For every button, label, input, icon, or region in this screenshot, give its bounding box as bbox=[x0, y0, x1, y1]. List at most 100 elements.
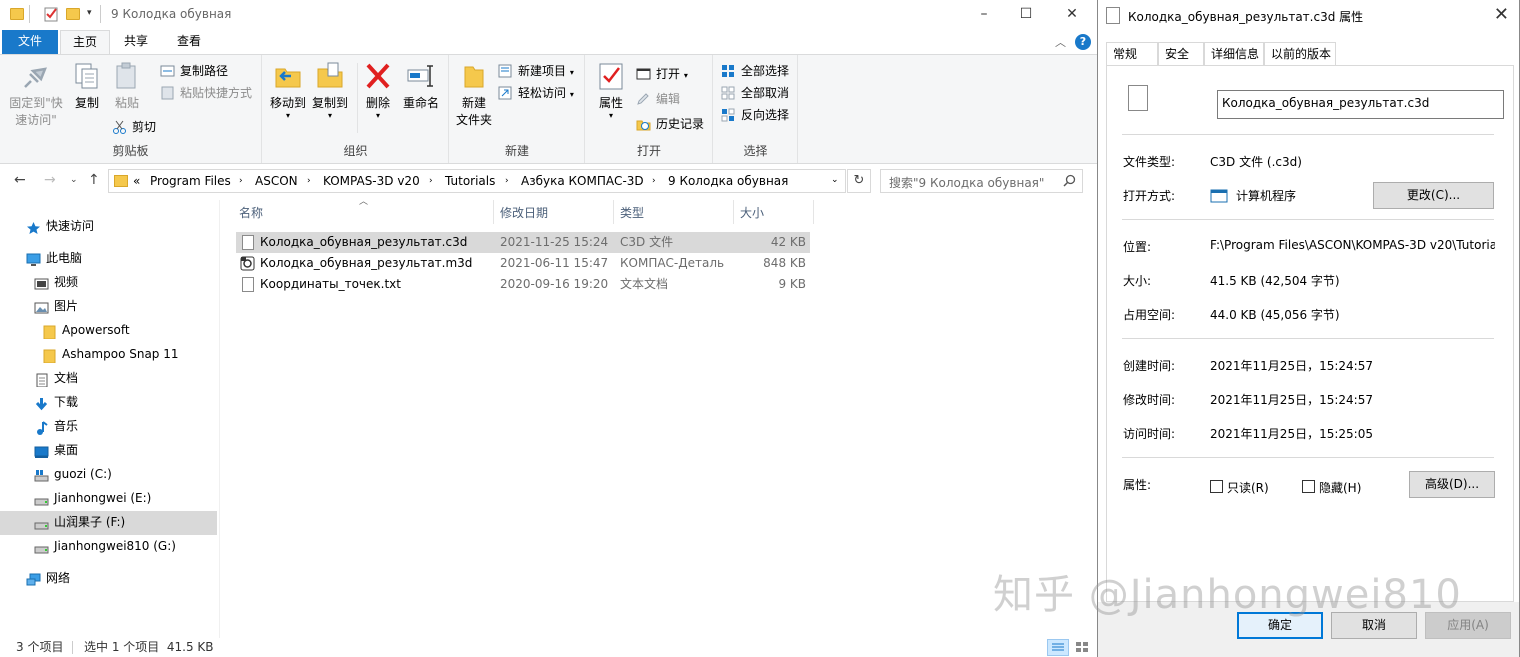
copy-path-button[interactable]: 复制路径 bbox=[160, 61, 228, 81]
copy-label: 复制 bbox=[74, 96, 99, 110]
copy-to-icon bbox=[315, 61, 345, 91]
address-input[interactable]: « Program Files › ASCON › KOMPAS-3D v20 … bbox=[108, 169, 846, 193]
nav-drive-e[interactable]: Jianhongwei (E:) bbox=[34, 486, 151, 510]
tab-view[interactable]: 查看 bbox=[165, 30, 213, 54]
ribbon-group-organize: 移动到 ▾ 复制到 ▾ 删除 ▾ 重命名 组织 bbox=[263, 55, 449, 163]
close-icon[interactable]: ✕ bbox=[1061, 4, 1083, 24]
close-icon[interactable]: ✕ bbox=[1494, 4, 1509, 25]
column-header-name[interactable]: 名称 bbox=[239, 204, 263, 221]
hidden-checkbox[interactable] bbox=[1302, 480, 1315, 493]
file-row[interactable]: Координаты_точек.txt 2020-09-16 19:20 文本… bbox=[236, 274, 810, 295]
rename-button[interactable]: 重命名 bbox=[401, 61, 441, 112]
search-input[interactable]: 搜索"9 Колодка обувная" bbox=[880, 169, 1083, 193]
breadcrumb-kompas[interactable]: KOMPAS-3D v20 bbox=[323, 174, 420, 188]
file-row[interactable]: Колодка_обувная_результат.m3d 2021-06-11… bbox=[236, 253, 810, 274]
cut-button[interactable]: 剪切 bbox=[112, 117, 156, 137]
select-none-icon bbox=[721, 86, 736, 100]
breadcrumb-current[interactable]: 9 Колодка обувная bbox=[668, 174, 788, 188]
nav-documents[interactable]: 文档 bbox=[36, 366, 78, 390]
invert-selection-button[interactable]: 反向选择 bbox=[721, 105, 789, 125]
maximize-icon[interactable]: ☐ bbox=[1015, 4, 1037, 24]
tab-file[interactable]: 文件 bbox=[2, 30, 58, 54]
tab-general[interactable]: 常规 bbox=[1106, 42, 1158, 67]
new-folder-icon[interactable] bbox=[66, 6, 80, 22]
address-dropdown-chevron-icon[interactable]: ⌄ bbox=[831, 175, 839, 185]
nav-quick-access[interactable]: 快速访问 bbox=[27, 214, 94, 238]
file-row[interactable]: Колодка_обувная_результат.c3d 2021-11-25… bbox=[236, 232, 810, 253]
nav-pictures[interactable]: 图片 bbox=[34, 294, 78, 318]
tab-details[interactable]: 详细信息 bbox=[1204, 42, 1264, 66]
pin-quick-access-button[interactable]: 固定到"快 速访问" bbox=[6, 61, 66, 129]
select-all-button[interactable]: 全部选择 bbox=[721, 61, 789, 81]
breadcrumb-prefix[interactable]: « bbox=[133, 174, 140, 188]
help-icon[interactable]: ? bbox=[1075, 34, 1091, 50]
select-none-button[interactable]: 全部取消 bbox=[721, 83, 789, 103]
column-separator[interactable] bbox=[493, 200, 494, 224]
open-button[interactable]: 打开 ▾ bbox=[636, 64, 688, 84]
nav-drive-f[interactable]: 山润果子 (F:) bbox=[34, 510, 125, 534]
column-separator[interactable] bbox=[613, 200, 614, 224]
column-separator[interactable] bbox=[733, 200, 734, 224]
tab-home[interactable]: 主页 bbox=[60, 30, 111, 54]
new-folder-button[interactable]: 新建 文件夹 bbox=[454, 61, 494, 129]
copy-button[interactable]: 复制 bbox=[70, 61, 104, 112]
column-separator[interactable] bbox=[813, 200, 814, 224]
paste-shortcut-button[interactable]: 粘贴快捷方式 bbox=[160, 83, 252, 103]
accessed-value: 2021年11月25日，15:25:05 bbox=[1210, 427, 1373, 441]
file-size: 42 KB bbox=[770, 235, 806, 249]
filename-input[interactable]: Колодка_обувная_результат.c3d bbox=[1217, 90, 1504, 119]
change-button[interactable]: 更改(C)... bbox=[1373, 182, 1494, 209]
forward-arrow-icon[interactable]: → bbox=[44, 172, 56, 188]
divider bbox=[1122, 457, 1494, 458]
breadcrumb-azbuka[interactable]: Азбука КОМПАС-3D bbox=[521, 174, 644, 188]
refresh-icon[interactable]: ↻ bbox=[847, 169, 871, 193]
breadcrumb-ascon[interactable]: ASCON bbox=[255, 174, 298, 188]
large-icons-view-icon[interactable] bbox=[1072, 639, 1092, 656]
advanced-button[interactable]: 高级(D)... bbox=[1409, 471, 1495, 498]
column-header-modified[interactable]: 修改日期 bbox=[500, 204, 548, 221]
nav-downloads[interactable]: 下载 bbox=[35, 390, 78, 414]
nav-network[interactable]: 网络 bbox=[26, 566, 70, 590]
nav-this-pc[interactable]: 此电脑 bbox=[26, 246, 82, 270]
breadcrumb-tutorials[interactable]: Tutorials bbox=[445, 174, 495, 188]
copy-to-button[interactable]: 复制到 ▾ bbox=[310, 61, 350, 120]
details-view-icon[interactable] bbox=[1047, 639, 1069, 656]
network-icon bbox=[26, 571, 41, 586]
move-to-button[interactable]: 移动到 ▾ bbox=[268, 61, 308, 120]
nav-videos[interactable]: 视频 bbox=[34, 270, 78, 294]
tab-security[interactable]: 安全 bbox=[1158, 42, 1204, 66]
breadcrumb-program-files[interactable]: Program Files bbox=[150, 174, 231, 188]
nav-drive-c[interactable]: guozi (C:) bbox=[34, 462, 112, 486]
nav-drive-g[interactable]: Jianhongwei810 (G:) bbox=[34, 534, 176, 558]
paste-button[interactable]: 粘贴 bbox=[110, 61, 144, 112]
customize-toolbar-icon[interactable]: ▾ bbox=[87, 8, 92, 18]
recent-locations-chevron-icon[interactable]: ⌄ bbox=[70, 175, 78, 185]
nav-apowersoft[interactable]: Apowersoft bbox=[43, 318, 130, 342]
back-arrow-icon[interactable]: ← bbox=[14, 172, 26, 188]
minimize-icon[interactable]: – bbox=[973, 4, 995, 24]
tab-previous-versions[interactable]: 以前的版本 bbox=[1264, 42, 1336, 66]
properties-button[interactable]: 属性 ▾ bbox=[594, 61, 628, 120]
readonly-checkbox[interactable] bbox=[1210, 480, 1223, 493]
column-header-type[interactable]: 类型 bbox=[620, 204, 644, 221]
column-header-size[interactable]: 大小 bbox=[740, 204, 764, 221]
up-arrow-icon[interactable]: ↑ bbox=[88, 172, 100, 188]
edit-button[interactable]: 编辑 bbox=[636, 89, 680, 109]
tab-share[interactable]: 共享 bbox=[112, 30, 160, 54]
ribbon-tabs: 文件 主页 共享 查看 ︿ ? bbox=[0, 30, 1097, 54]
accessed-label: 访问时间: bbox=[1123, 427, 1176, 441]
properties-check-icon[interactable] bbox=[44, 6, 58, 22]
nav-music[interactable]: 音乐 bbox=[37, 414, 78, 438]
new-item-button[interactable]: 新建项目 ▾ bbox=[498, 61, 574, 81]
easy-access-button[interactable]: 轻松访问 ▾ bbox=[498, 83, 574, 103]
nav-ashampoo[interactable]: Ashampoo Snap 11 bbox=[43, 342, 179, 366]
computer-icon bbox=[26, 251, 41, 266]
collapse-ribbon-icon[interactable]: ︿ bbox=[1055, 34, 1066, 50]
readonly-label[interactable]: 只读(R) bbox=[1227, 479, 1269, 496]
hidden-label[interactable]: 隐藏(H) bbox=[1319, 479, 1361, 496]
nav-desktop[interactable]: 桌面 bbox=[34, 438, 78, 462]
divider bbox=[1122, 219, 1494, 220]
edit-pencil-icon bbox=[636, 92, 651, 106]
delete-button[interactable]: 删除 ▾ bbox=[363, 61, 393, 120]
history-button[interactable]: 历史记录 bbox=[636, 114, 704, 134]
